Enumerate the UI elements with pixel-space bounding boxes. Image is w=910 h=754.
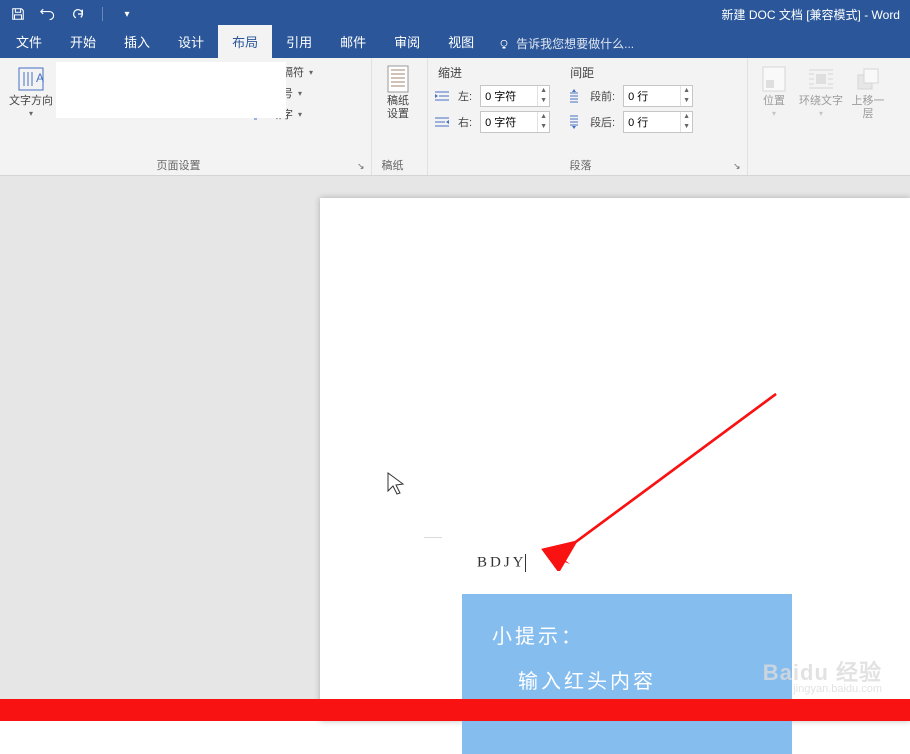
tab-view[interactable]: 视图 [434, 25, 488, 58]
title-bar: ▾ 新建 DOC 文档 [兼容模式] - Word [0, 0, 910, 28]
text-direction-button[interactable]: A 文字方向 ▾ [6, 62, 56, 120]
ribbon-tabs: 文件 开始 插入 设计 布局 引用 邮件 审阅 视图 告诉我您想要做什么... [0, 28, 910, 58]
tab-insert[interactable]: 插入 [110, 25, 164, 58]
spacing-after-icon [566, 114, 582, 130]
group-paragraph: 缩进 左: ▲▼ 右: ▲▼ 间距 段前: ▲▼ [428, 58, 748, 175]
window-title: 新建 DOC 文档 [兼容模式] - Word [722, 6, 900, 23]
tab-file[interactable]: 文件 [2, 25, 56, 58]
tab-layout[interactable]: 布局 [218, 25, 272, 58]
paragraph-launcher[interactable]: ↘ [733, 161, 745, 173]
indent-left-icon [434, 88, 450, 104]
qat-customize-icon[interactable]: ▾ [119, 6, 135, 22]
tell-me-search[interactable]: 告诉我您想要做什么... [498, 35, 634, 58]
indent-right-icon [434, 114, 450, 130]
mouse-cursor-icon [384, 471, 406, 499]
bring-forward-button[interactable]: 上移一层 [848, 62, 888, 123]
tell-me-label: 告诉我您想要做什么... [516, 35, 634, 52]
group-manuscript: 稿纸 设置 稿纸 [372, 58, 428, 175]
group-paragraph-label: 段落 [428, 157, 733, 173]
group-manuscript-label: 稿纸 [372, 157, 413, 173]
spacing-before-spinner[interactable]: ▲▼ [623, 85, 693, 107]
spacing-after-spinner[interactable]: ▲▼ [623, 111, 693, 133]
document-workspace: BDJY 小提示： 输入红头内容 Baidu 经验 jingyan.baidu.… [0, 176, 910, 721]
quick-access-toolbar: ▾ [0, 6, 135, 22]
tab-review[interactable]: 审阅 [380, 25, 434, 58]
undo-icon[interactable] [40, 6, 56, 22]
spacing-before-icon [566, 88, 582, 104]
tab-home[interactable]: 开始 [56, 25, 110, 58]
blank-overlay [56, 62, 286, 118]
save-icon[interactable] [10, 6, 26, 22]
bottom-red-bar [0, 699, 910, 721]
tip-callout: 小提示： 输入红头内容 [462, 594, 792, 754]
page-setup-launcher[interactable]: ↘ [357, 161, 369, 173]
group-arrange: 位置 ▾ 环绕文字 ▾ 上移一层 [748, 58, 908, 175]
indent-left-spinner[interactable]: ▲▼ [480, 85, 550, 107]
indent-header: 缩进 [434, 62, 550, 85]
tab-mailings[interactable]: 邮件 [326, 25, 380, 58]
watermark: Baidu 经验 jingyan.baidu.com [763, 665, 882, 697]
svg-text:A: A [36, 71, 44, 85]
text-caret [525, 554, 526, 572]
group-page-setup-label: 页面设置 [0, 157, 357, 173]
tip-title: 小提示： [492, 620, 762, 649]
wrap-text-button[interactable]: 环绕文字 ▾ [796, 62, 846, 120]
tab-design[interactable]: 设计 [164, 25, 218, 58]
redo-icon[interactable] [70, 6, 86, 22]
indent-right-spinner[interactable]: ▲▼ [480, 111, 550, 133]
spacing-header: 间距 [566, 62, 693, 85]
margin-corner-mark [420, 516, 442, 538]
document-text[interactable]: BDJY [477, 554, 527, 572]
tab-references[interactable]: 引用 [272, 25, 326, 58]
manuscript-settings-button[interactable]: 稿纸 设置 [378, 62, 418, 123]
tip-body: 输入红头内容 [492, 665, 762, 694]
position-button[interactable]: 位置 ▾ [754, 62, 794, 120]
